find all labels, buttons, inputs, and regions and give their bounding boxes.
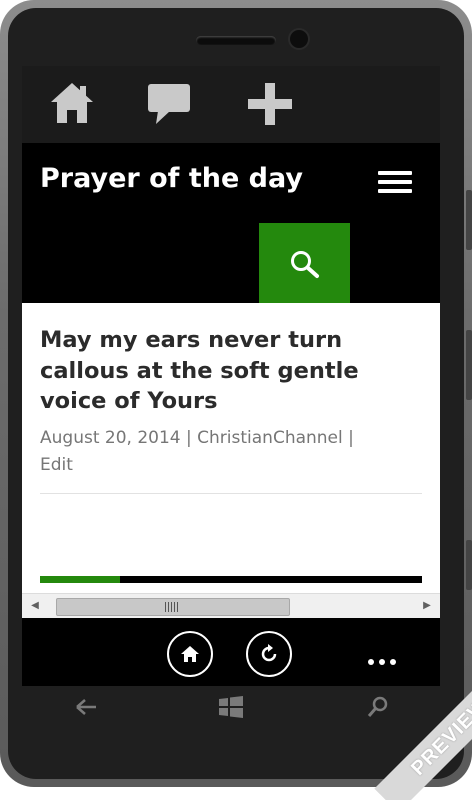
post-date[interactable]: August 20, 2014 (40, 428, 181, 448)
home-icon (181, 646, 199, 662)
camera-button[interactable] (466, 540, 472, 590)
divider (40, 493, 422, 494)
volume-button[interactable] (466, 190, 472, 250)
meta-separator: | (348, 428, 354, 448)
ellipsis-icon[interactable] (368, 652, 404, 665)
bottom-refresh-button[interactable] (246, 631, 292, 677)
horizontal-scrollbar[interactable]: ◀ ▶ (22, 593, 440, 618)
phone-screen: Prayer of the day May my ears never turn… (22, 66, 440, 686)
search-button[interactable] (259, 223, 350, 303)
post-author[interactable]: ChristianChannel (197, 428, 343, 448)
site-header: Prayer of the day (22, 143, 440, 223)
meta-separator: | (186, 428, 192, 448)
power-button[interactable] (466, 330, 472, 400)
back-icon[interactable] (74, 695, 98, 724)
loading-progress-bar (40, 576, 422, 583)
home-icon[interactable] (48, 80, 96, 131)
scroll-right-arrow[interactable]: ▶ (418, 594, 436, 618)
scrollbar-grip (165, 602, 179, 612)
hamburger-icon[interactable] (378, 171, 412, 195)
app-bar (22, 66, 440, 143)
scrollbar-thumb[interactable] (56, 598, 290, 616)
phone-camera (290, 30, 308, 48)
post-content: May my ears never turn callous at the so… (22, 303, 440, 618)
phone-speaker (196, 36, 276, 45)
preview-label: PREVIEW (407, 694, 472, 780)
comment-icon[interactable] (146, 80, 194, 131)
windows-icon[interactable] (218, 695, 244, 724)
refresh-icon (261, 644, 277, 662)
preview-ribbon-band: PREVIEW (374, 661, 472, 800)
post-meta: August 20, 2014 | ChristianChannel | Edi… (40, 425, 425, 479)
edit-link[interactable]: Edit (40, 455, 73, 475)
scroll-left-arrow[interactable]: ◀ (26, 594, 44, 618)
search-row (22, 223, 440, 303)
preview-ribbon: PREVIEW (330, 660, 472, 800)
progress-fill (40, 576, 121, 583)
post-title[interactable]: May my ears never turn callous at the so… (40, 325, 420, 417)
bottom-home-button[interactable] (167, 631, 213, 677)
search-icon (291, 251, 319, 278)
plus-icon[interactable] (244, 80, 296, 133)
site-title[interactable]: Prayer of the day (40, 163, 303, 194)
